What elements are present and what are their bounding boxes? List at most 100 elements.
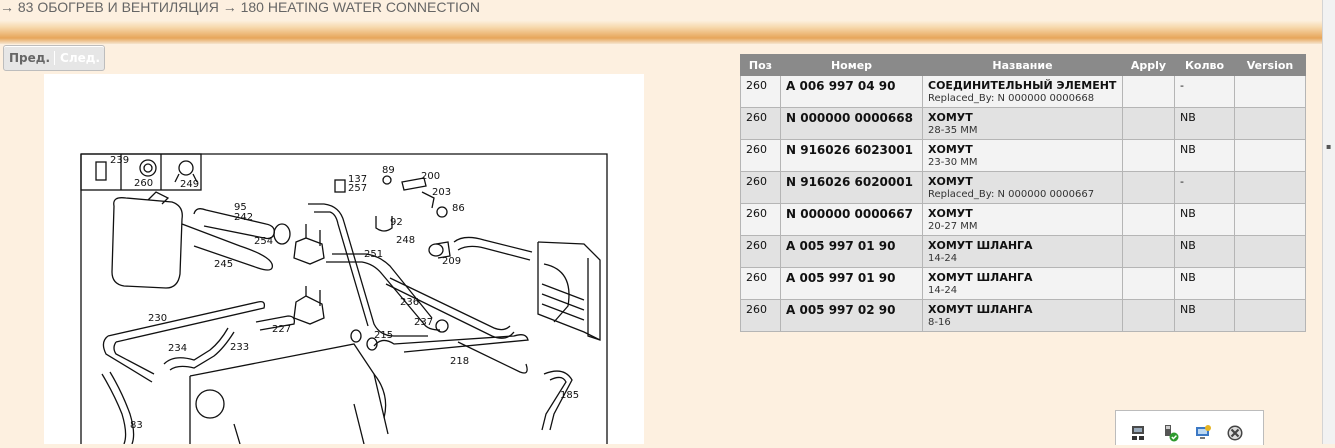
svg-text:203: 203 (432, 187, 451, 198)
svg-text:257: 257 (348, 183, 367, 194)
part-note: 14-24 (928, 253, 958, 264)
cell-name: ХОМУТ 20-27 ММ (922, 203, 1123, 236)
cell-version (1234, 299, 1306, 332)
col-qty[interactable]: Колво (1174, 54, 1235, 76)
cell-pos: 260 (740, 299, 781, 332)
system-tray (1115, 410, 1264, 445)
svg-text:237: 237 (414, 317, 433, 328)
cell-qty: - (1174, 171, 1235, 204)
svg-text:89: 89 (382, 165, 395, 176)
cell-name: СОЕДИНИТЕЛЬНЫЙ ЭЛЕМЕНТ Replaced_By: N 000… (922, 75, 1123, 108)
part-note: 14-24 (928, 285, 958, 296)
svg-text:185: 185 (560, 390, 579, 401)
cell-part-number[interactable]: N 916026 6020001 (780, 171, 923, 204)
part-name: ХОМУТ ШЛАНГА (928, 271, 1033, 284)
svg-text:83: 83 (130, 420, 143, 431)
part-note: 23-30 ММ (928, 157, 978, 168)
cell-qty: NB (1174, 299, 1235, 332)
cell-version (1234, 139, 1306, 172)
parts-table: Поз Номер Название Apply Колво Version 2… (740, 54, 1306, 332)
cell-pos: 260 (740, 235, 781, 268)
cell-apply (1122, 235, 1175, 268)
table-row[interactable]: 260 N 916026 6023001 ХОМУТ 23-30 ММ NB (740, 139, 1306, 172)
svg-text:248: 248 (396, 235, 415, 246)
svg-text:234: 234 (168, 343, 187, 354)
cell-qty: NB (1174, 107, 1235, 140)
vertical-scrollbar[interactable]: ▪ (1322, 0, 1335, 444)
part-name: ХОМУТ ШЛАНГА (928, 303, 1033, 316)
table-row[interactable]: 260 A 005 997 01 90 ХОМУТ ШЛАНГА 14-24 NB (740, 267, 1306, 300)
svg-text:251: 251 (364, 249, 383, 260)
cell-version (1234, 75, 1306, 108)
cell-part-number[interactable]: N 916026 6023001 (780, 139, 923, 172)
cell-qty: NB (1174, 203, 1235, 236)
cell-version (1234, 107, 1306, 140)
part-note: 28-35 ММ (928, 125, 978, 136)
cell-name: ХОМУТ ШЛАНГА 14-24 (922, 235, 1123, 268)
header-band (0, 20, 1322, 44)
cell-name: ХОМУТ 28-35 ММ (922, 107, 1123, 140)
cell-part-number[interactable]: N 000000 0000668 (780, 107, 923, 140)
cell-apply (1122, 107, 1175, 140)
svg-text:249: 249 (180, 179, 199, 190)
svg-text:209: 209 (442, 256, 461, 267)
cell-pos: 260 (740, 203, 781, 236)
monitor-icon[interactable] (1194, 424, 1212, 442)
scroll-arrow-icon[interactable]: ▪ (1326, 142, 1331, 151)
cell-qty: NB (1174, 267, 1235, 300)
col-apply[interactable]: Apply (1122, 54, 1175, 76)
col-pos[interactable]: Поз (740, 54, 781, 76)
cell-pos: 260 (740, 75, 781, 108)
cell-pos: 260 (740, 107, 781, 140)
pager: Пред. След. (3, 45, 106, 71)
cell-part-number[interactable]: A 005 997 01 90 (780, 235, 923, 268)
parts-diagram: 239 260 249 137 257 89 200 203 86 95 242… (44, 74, 644, 445)
next-button[interactable]: След. (55, 51, 104, 65)
col-number[interactable]: Номер (780, 54, 923, 76)
col-name[interactable]: Название (922, 54, 1123, 76)
cell-version (1234, 267, 1306, 300)
cell-version (1234, 235, 1306, 268)
table-row[interactable]: 260 A 005 997 02 90 ХОМУТ ШЛАНГА 8-16 NB (740, 299, 1306, 332)
svg-text:200: 200 (421, 171, 440, 182)
cell-part-number[interactable]: N 000000 0000667 (780, 203, 923, 236)
table-row[interactable]: 260 N 000000 0000668 ХОМУТ 28-35 ММ NB (740, 107, 1306, 140)
cell-part-number[interactable]: A 005 997 02 90 (780, 299, 923, 332)
part-name: ХОМУТ (928, 143, 973, 156)
svg-text:86: 86 (452, 203, 465, 214)
usb-check-icon[interactable] (1162, 424, 1180, 442)
cell-pos: 260 (740, 171, 781, 204)
table-row[interactable]: 260 A 006 997 04 90 СОЕДИНИТЕЛЬНЫЙ ЭЛЕМЕ… (740, 75, 1306, 108)
part-note: 20-27 ММ (928, 221, 978, 232)
table-row[interactable]: 260 N 916026 6020001 ХОМУТ Replaced_By: N… (740, 171, 1306, 204)
table-row[interactable]: 260 A 005 997 01 90 ХОМУТ ШЛАНГА 14-24 NB (740, 235, 1306, 268)
svg-text:242: 242 (234, 212, 253, 223)
diagram-drawing: 239 260 249 137 257 89 200 203 86 95 242… (80, 153, 608, 445)
cell-part-number[interactable]: A 006 997 04 90 (780, 75, 923, 108)
col-version[interactable]: Version (1234, 54, 1306, 76)
part-name: ХОМУТ ШЛАНГА (928, 239, 1033, 252)
cell-part-number[interactable]: A 005 997 01 90 (780, 267, 923, 300)
cell-pos: 260 (740, 139, 781, 172)
network-icon[interactable] (1130, 424, 1148, 442)
cell-qty: NB (1174, 139, 1235, 172)
part-name: ХОМУТ (928, 207, 973, 220)
cell-pos: 260 (740, 267, 781, 300)
svg-text:233: 233 (230, 342, 249, 353)
table-header-row: Поз Номер Название Apply Колво Version (740, 54, 1306, 76)
svg-text:260: 260 (134, 178, 153, 189)
prev-button[interactable]: Пред. (4, 51, 54, 65)
svg-text:236: 236 (400, 297, 419, 308)
antivirus-icon[interactable] (1226, 424, 1244, 442)
table-row[interactable]: 260 N 000000 0000667 ХОМУТ 20-27 ММ NB (740, 203, 1306, 236)
cell-qty: - (1174, 75, 1235, 108)
svg-text:254: 254 (254, 236, 273, 247)
cell-qty: NB (1174, 235, 1235, 268)
cell-name: ХОМУТ Replaced_By: N 000000 0000667 (922, 171, 1123, 204)
cell-version (1234, 171, 1306, 204)
cell-apply (1122, 267, 1175, 300)
cell-apply (1122, 139, 1175, 172)
cell-apply (1122, 171, 1175, 204)
svg-text:218: 218 (450, 356, 469, 367)
svg-text:227: 227 (272, 324, 291, 335)
